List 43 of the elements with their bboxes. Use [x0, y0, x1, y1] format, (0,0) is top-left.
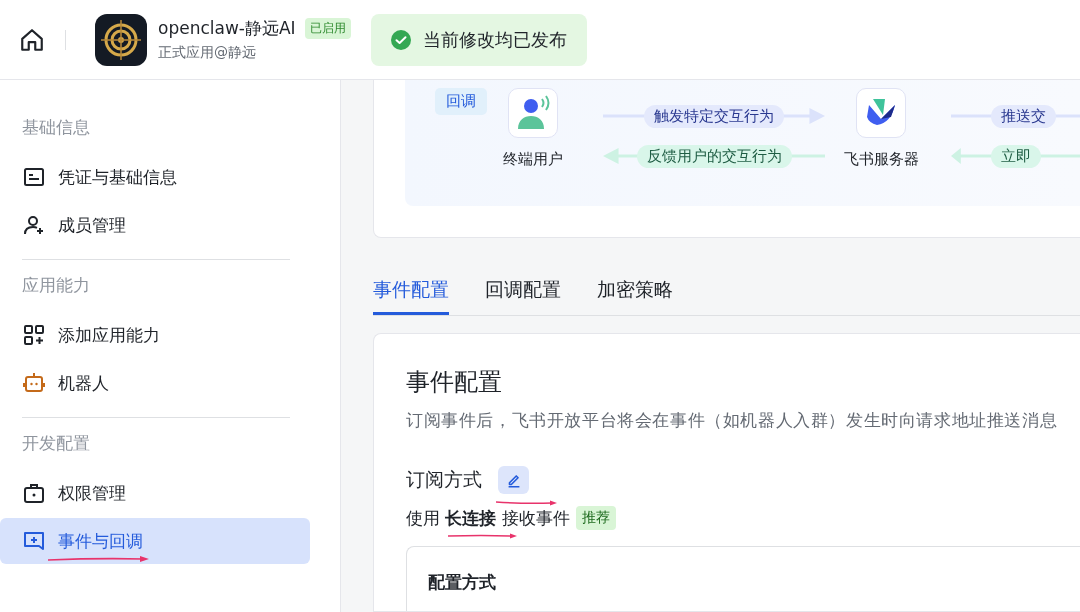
- sidebar-item[interactable]: 成员管理: [0, 202, 310, 248]
- person-add-icon: [22, 213, 46, 237]
- node-label: 终端用户: [503, 150, 563, 169]
- node-label: 飞书服务器: [843, 150, 919, 169]
- check-icon: [390, 30, 411, 50]
- flow-label: 立即: [991, 144, 1041, 168]
- tab[interactable]: 回调配置: [485, 268, 561, 315]
- flow-label: 反馈用户的交互行为: [636, 144, 792, 168]
- robot-icon: [22, 371, 46, 395]
- flow-label: 触发特定交互行为: [644, 104, 784, 128]
- mode-text: 使用 长连接 接收事件: [406, 506, 570, 530]
- app-icon: [95, 13, 147, 66]
- home-icon[interactable]: [19, 26, 45, 53]
- annotation-arrow: [496, 500, 558, 506]
- section-title: 应用能力: [21, 274, 91, 297]
- subsection-title: 订阅方式: [406, 467, 482, 492]
- annotation-arrow: [448, 533, 518, 539]
- status-badge: 已启用: [304, 18, 351, 39]
- event-icon: [22, 529, 46, 553]
- edit-button[interactable]: [498, 466, 529, 494]
- recommend-badge: 推荐: [575, 506, 616, 530]
- section-title: 开发配置: [21, 432, 91, 455]
- sidebar-item[interactable]: 凭证与基础信息: [0, 154, 310, 200]
- sidebar-item[interactable]: 权限管理: [0, 470, 310, 516]
- apps-add-icon: [22, 323, 46, 347]
- card-icon: [22, 165, 46, 189]
- callback-tag: 回调: [435, 88, 487, 115]
- toast-message: 当前修改均已发布: [422, 28, 567, 52]
- briefcase-icon: [22, 481, 46, 505]
- tab[interactable]: 加密策略: [597, 268, 673, 315]
- sidebar-item[interactable]: 机器人: [0, 360, 310, 406]
- tab[interactable]: 事件配置: [373, 268, 449, 315]
- config-title: 配置方式: [428, 572, 496, 592]
- app-name: openclaw-静远AI: [158, 17, 296, 40]
- user-node-icon: [508, 88, 558, 138]
- sidebar-item[interactable]: 添加应用能力: [0, 312, 310, 358]
- description: 订阅事件后，飞书开放平台将会在事件（如机器人入群）发生时向请求地址推送消息: [406, 410, 1059, 432]
- app-subtitle: 正式应用@静远: [158, 44, 257, 62]
- bird-logo-icon: [856, 88, 906, 138]
- sidebar-item[interactable]: 事件与回调: [0, 518, 310, 564]
- flow-label: 推送交: [991, 104, 1056, 128]
- section-title: 基础信息: [21, 116, 91, 139]
- section-heading: 事件配置: [406, 367, 503, 398]
